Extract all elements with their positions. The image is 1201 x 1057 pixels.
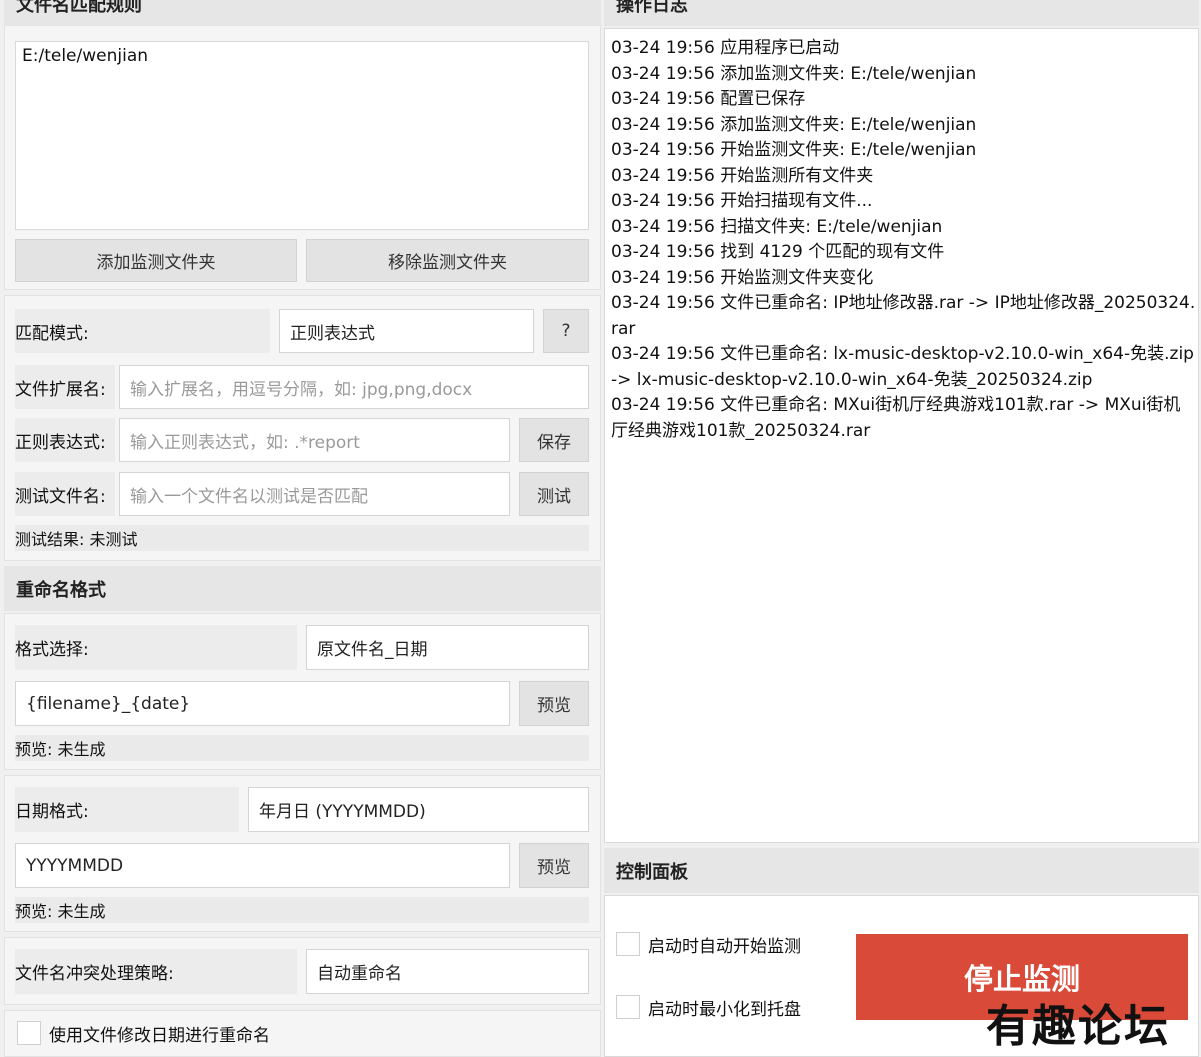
log-entry: 03-24 19:56 开始扫描现有文件... [611,191,873,211]
format-select-label: 格式选择: [15,625,297,670]
conflict-select[interactable]: 自动重命名 [306,949,589,994]
log-entry: 03-24 19:56 应用程序已启动 [611,38,840,58]
log-entry: 03-24 19:56 文件已重命名: IP地址修改器.rar -> IP地址修… [611,293,1196,339]
test-filename-label: 测试文件名: [15,472,115,516]
log-entry: 03-24 19:56 配置已保存 [611,89,806,109]
log-entry: 03-24 19:56 添加监测文件夹: E:/tele/wenjian [611,63,977,84]
minimize-to-tray-checkbox[interactable] [616,995,640,1019]
date-preview-result: 预览: 未生成 [15,897,589,923]
folder-list-item[interactable]: E:/tele/wenjian [16,42,588,70]
use-modified-date-label: 使用文件修改日期进行重命名 [49,1025,270,1046]
rename-format-title: 重命名格式 [4,566,601,611]
log-list: 03-24 19:56 应用程序已启动 03-24 19:56 添加监测文件夹:… [611,36,1196,444]
log-title: 操作日志 [604,0,1199,26]
log-entry: 03-24 19:56 开始监测文件夹变化 [611,267,874,288]
date-format-label: 日期格式: [15,787,239,832]
log-entry: 03-24 19:56 文件已重命名: lx-music-desktop-v2.… [611,344,1194,390]
match-mode-label: 匹配模式: [15,309,270,353]
log-entry: 03-24 19:56 开始监测所有文件夹 [611,165,874,186]
date-pattern-input[interactable]: YYYYMMDD [15,843,510,888]
auto-start-checkbox[interactable] [616,932,640,956]
conflict-label: 文件名冲突处理策略: [15,949,297,994]
extension-input[interactable]: 输入扩展名，用逗号分隔，如: jpg,png,docx [119,365,589,409]
match-rules-title: 文件名匹配规则 [4,0,601,26]
extension-label: 文件扩展名: [15,365,115,409]
match-mode-select[interactable]: 正则表达式 [279,309,534,353]
use-modified-date-checkbox[interactable] [17,1021,41,1045]
log-entry: 03-24 19:56 找到 4129 个匹配的现有文件 [611,242,945,262]
date-format-select[interactable]: 年月日 (YYYYMMDD) [248,787,589,832]
format-select[interactable]: 原文件名_日期 [306,625,589,670]
control-title: 控制面板 [604,848,1199,893]
regex-label: 正则表达式: [15,418,115,462]
minimize-to-tray-label: 启动时最小化到托盘 [648,999,801,1020]
test-button[interactable]: 测试 [519,472,589,516]
help-button[interactable]: ? [543,309,589,353]
save-button[interactable]: 保存 [519,418,589,462]
folder-list[interactable]: E:/tele/wenjian [15,41,589,230]
format-template-input[interactable]: {filename}_{date} [15,681,510,726]
format-preview-button[interactable]: 预览 [519,681,589,726]
log-entry: 03-24 19:56 添加监测文件夹: E:/tele/wenjian [611,114,977,135]
watermark-logo: 有趣论坛 [986,1001,1170,1052]
auto-start-label: 启动时自动开始监测 [648,936,801,957]
test-filename-input[interactable]: 输入一个文件名以测试是否匹配 [119,472,510,516]
add-folder-button[interactable]: 添加监测文件夹 [15,239,297,282]
log-entry: 03-24 19:56 扫描文件夹: E:/tele/wenjian [611,216,943,237]
format-preview-result: 预览: 未生成 [15,735,589,761]
test-result: 测试结果: 未测试 [15,525,589,551]
date-preview-button[interactable]: 预览 [519,843,589,888]
remove-folder-button[interactable]: 移除监测文件夹 [306,239,589,282]
log-entry: 03-24 19:56 开始监测文件夹: E:/tele/wenjian [611,140,977,160]
regex-input[interactable]: 输入正则表达式，如: .*report [119,418,510,462]
log-entry: 03-24 19:56 文件已重命名: MXui街机厅经典游戏101款.rar … [611,395,1181,441]
